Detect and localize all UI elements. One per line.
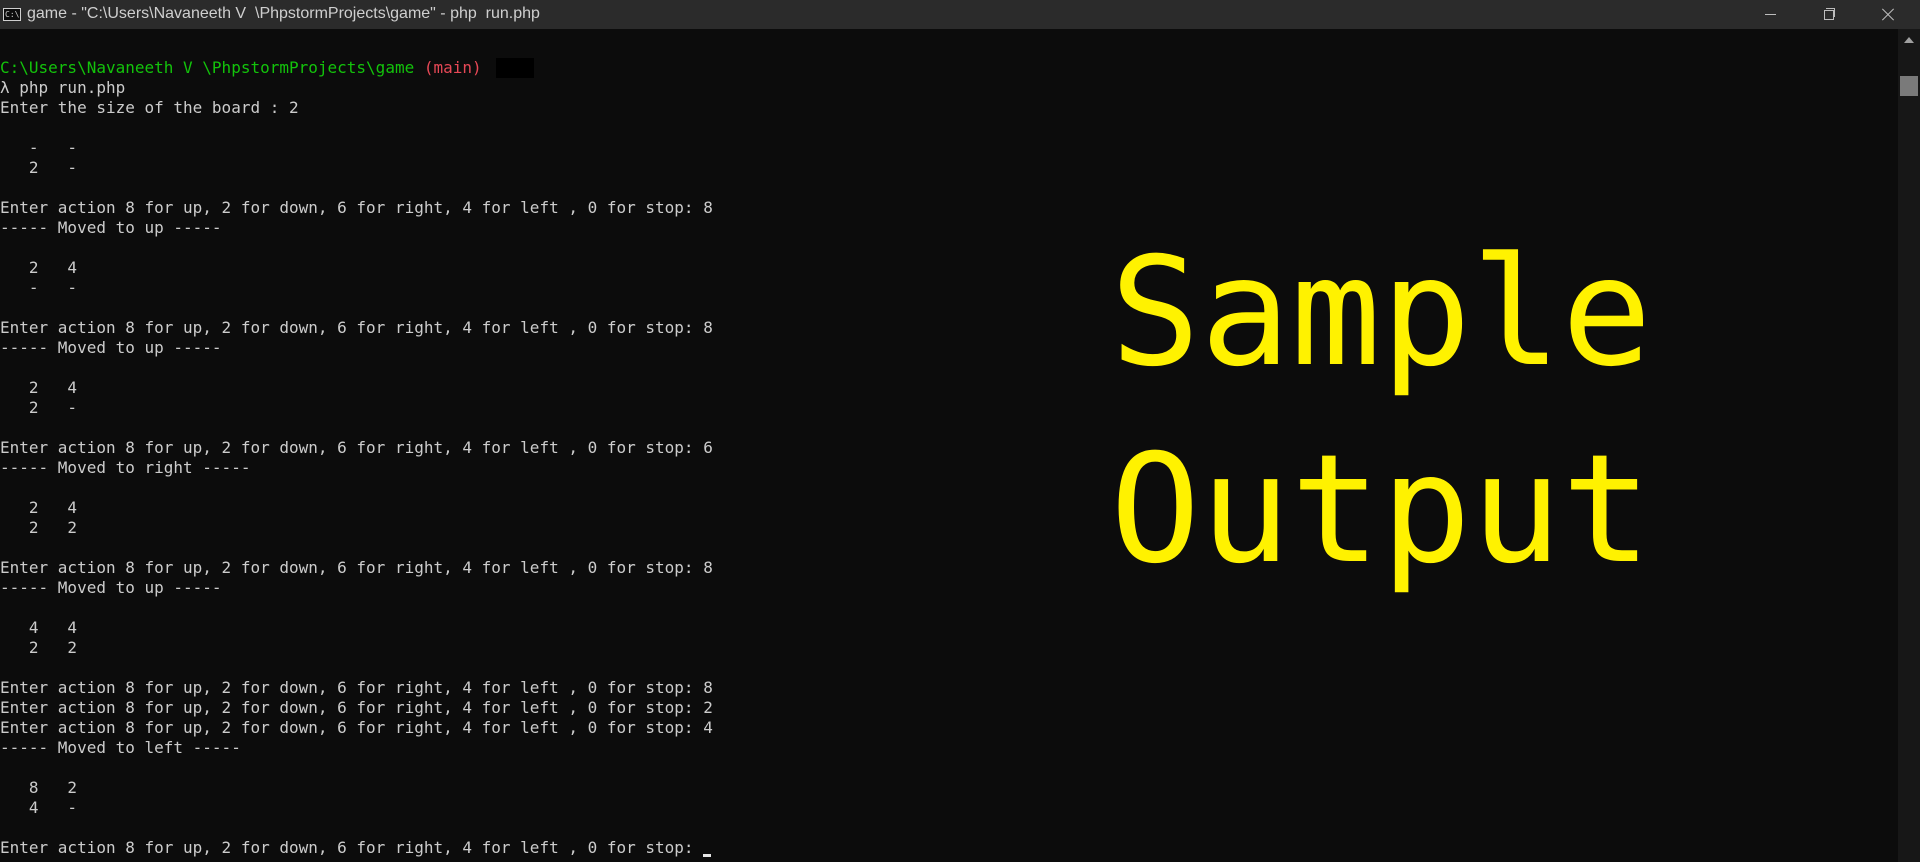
text-cursor xyxy=(703,854,712,857)
console-line: 4 4 xyxy=(0,618,78,637)
console-line: Enter action 8 for up, 2 for down, 6 for… xyxy=(0,718,713,737)
console-line: Enter action 8 for up, 2 for down, 6 for… xyxy=(0,698,713,717)
minimize-button[interactable] xyxy=(1741,0,1799,29)
console-line: ----- Moved to left ----- xyxy=(0,738,241,757)
console-line: Enter action 8 for up, 2 for down, 6 for… xyxy=(0,678,713,697)
prompt-line: C:\Users\Navaneeth V \PhpstormProjects\g… xyxy=(0,58,1895,78)
console-line: - - xyxy=(0,138,78,157)
redacted-block xyxy=(495,58,534,78)
console-line: 2 2 xyxy=(0,638,78,657)
restore-button[interactable] xyxy=(1799,0,1857,29)
prompt-path: C:\Users\Navaneeth V \PhpstormProjects\g… xyxy=(0,58,415,77)
console-line: 2 - xyxy=(0,158,78,177)
vertical-scrollbar[interactable] xyxy=(1898,29,1920,862)
console-app-icon: C:\ xyxy=(3,8,21,21)
window-title: game - "C:\Users\Navaneeth V \PhpstormPr… xyxy=(27,5,540,22)
input-line[interactable]: Enter action 8 for up, 2 for down, 6 for… xyxy=(0,838,1895,858)
command-line: λ php run.php xyxy=(0,78,126,97)
sample-output-overlay: Sample Output xyxy=(1110,215,1652,609)
console-line: 4 - xyxy=(0,798,78,817)
overlay-line-2: Output xyxy=(1110,423,1652,597)
close-button[interactable] xyxy=(1857,0,1920,29)
input-prompt: Enter action 8 for up, 2 for down, 6 for… xyxy=(0,838,704,857)
overlay-line-1: Sample xyxy=(1110,226,1652,400)
console-line: Enter the size of the board : 2 xyxy=(0,98,299,117)
scroll-up-arrow-icon[interactable] xyxy=(1904,37,1914,43)
console-line: 8 2 xyxy=(0,778,78,797)
title-bar: C:\ game - "C:\Users\Navaneeth V \Phpsto… xyxy=(0,0,1920,29)
scroll-thumb[interactable] xyxy=(1900,76,1918,96)
git-branch: (main) xyxy=(423,58,482,77)
